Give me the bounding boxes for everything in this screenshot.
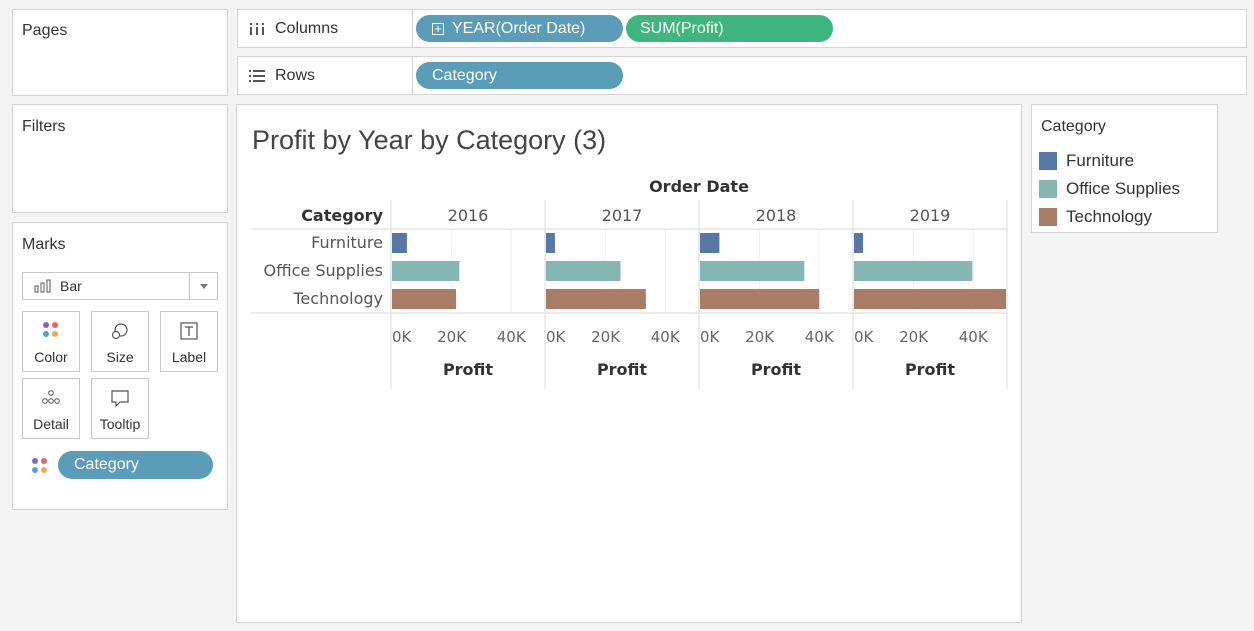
pages-panel: Pages	[12, 9, 228, 96]
bar-2017-technology	[546, 289, 646, 309]
rows-label-text: Rows	[275, 66, 316, 84]
axis-title-2016: Profit	[443, 360, 493, 379]
tick-label-2017-2: 40K	[651, 328, 681, 346]
color-button-label: Color	[34, 349, 68, 365]
filters-label: Filters	[22, 118, 66, 135]
view-panel: Profit by Year by Category (3) Order Dat…	[236, 104, 1022, 623]
filters-panel[interactable]: Filters	[12, 104, 228, 213]
text-label-icon	[180, 322, 198, 340]
columns-label-text: Columns	[275, 19, 339, 37]
tick-label-2019-1: 20K	[899, 328, 929, 346]
year-header-2017: 2017	[602, 206, 643, 225]
tick-label-2019-2: 40K	[959, 328, 989, 346]
tick-label-2016-1: 20K	[437, 328, 467, 346]
bar-2019-office-supplies	[854, 261, 973, 281]
legend-swatch-furniture	[1039, 152, 1057, 170]
bar-2016-technology	[392, 289, 457, 309]
category-label-technology: Technology	[292, 289, 383, 308]
detail-button[interactable]: Detail	[22, 378, 80, 439]
size-button-label: Size	[106, 349, 134, 365]
sum-profit-pill-label: SUM(Profit)	[640, 19, 724, 37]
year-header-2019: 2019	[910, 206, 951, 225]
detail-button-label: Detail	[33, 416, 69, 432]
tick-label-2018-1: 20K	[745, 328, 775, 346]
bar-2017-office-supplies	[546, 261, 621, 281]
year-header-2016: 2016	[448, 206, 489, 225]
view-title: Profit by Year by Category (3)	[252, 125, 607, 155]
chevron-down-icon	[200, 284, 208, 289]
columns-icon	[250, 22, 264, 35]
bar-2016-office-supplies	[392, 261, 460, 281]
tick-label-2018-0: 0K	[700, 328, 721, 346]
mark-type-value: Bar	[60, 278, 82, 294]
tick-label-2016-0: 0K	[392, 328, 413, 346]
columns-shelf[interactable]: Columns + YEAR(Order Date) SUM(Profit)	[237, 9, 1247, 48]
category-row-header: Category	[301, 206, 383, 225]
year-order-date-pill[interactable]: + YEAR(Order Date)	[416, 15, 623, 42]
legend-label-furniture: Furniture	[1066, 151, 1135, 170]
tick-label-2019-0: 0K	[854, 328, 875, 346]
category-label-furniture: Furniture	[311, 233, 383, 252]
legend-item-office-supplies[interactable]: Office Supplies	[1039, 179, 1180, 199]
legend-label-office-supplies: Office Supplies	[1066, 179, 1181, 198]
year-header-2018: 2018	[756, 206, 797, 225]
marks-card: Marks Bar Color Size Label Detail Toolti…	[12, 222, 228, 510]
category-color-pill[interactable]: Category	[58, 451, 213, 479]
columns-shelf-label: Columns	[238, 10, 413, 47]
category-color-pill-label: Category	[74, 456, 139, 473]
marks-label: Marks	[22, 236, 66, 253]
tick-label-2016-2: 40K	[497, 328, 527, 346]
legend-item-technology[interactable]: Technology	[1039, 207, 1152, 227]
bar-2017-furniture	[546, 233, 555, 253]
tooltip-button[interactable]: Tooltip	[91, 378, 149, 439]
size-button[interactable]: Size	[91, 311, 149, 372]
legend-item-furniture[interactable]: Furniture	[1039, 151, 1134, 171]
tick-label-2017-0: 0K	[546, 328, 567, 346]
expand-icon: +	[432, 22, 444, 35]
rows-icon	[249, 69, 265, 82]
color-dots-icon	[43, 322, 59, 338]
bar-2019-technology	[854, 289, 1006, 309]
detail-dots-icon	[42, 390, 60, 404]
pages-label: Pages	[22, 22, 68, 39]
axis-title-2019: Profit	[905, 360, 955, 379]
rows-shelf-label: Rows	[238, 57, 413, 94]
chart: Order Date Category Furniture Office Suppli…	[251, 177, 1008, 389]
sum-profit-pill[interactable]: SUM(Profit)	[626, 15, 833, 42]
legend-label-technology: Technology	[1066, 207, 1153, 226]
label-button[interactable]: Label	[160, 311, 218, 372]
color-field-row: Category	[32, 451, 222, 479]
mark-type-dropdown[interactable]: Bar	[22, 272, 218, 300]
tick-label-2018-2: 40K	[805, 328, 835, 346]
bar-chart-icon	[34, 279, 51, 293]
color-legend: Category Furniture Office Supplies Techn…	[1031, 104, 1218, 233]
order-date-header: Order Date	[649, 177, 749, 196]
legend-swatch-office-supplies	[1039, 180, 1057, 198]
size-icon	[111, 323, 128, 340]
bar-2019-furniture	[854, 233, 863, 253]
year-order-date-pill-label: YEAR(Order Date)	[452, 19, 586, 37]
category-rows-pill-label: Category	[432, 66, 497, 84]
bar-2018-office-supplies	[700, 261, 805, 281]
bar-2018-technology	[700, 289, 820, 309]
legend-swatch-technology	[1039, 208, 1057, 226]
category-label-office-supplies: Office Supplies	[264, 261, 383, 280]
bar-2016-furniture	[392, 233, 407, 253]
legend-title: Category	[1041, 118, 1106, 135]
rows-shelf[interactable]: Rows Category	[237, 56, 1247, 95]
tick-label-2017-1: 20K	[591, 328, 621, 346]
axis-title-2018: Profit	[751, 360, 801, 379]
axis-title-2017: Profit	[597, 360, 647, 379]
category-rows-pill[interactable]: Category	[416, 62, 623, 89]
color-dots-icon	[32, 458, 48, 474]
tooltip-button-label: Tooltip	[99, 416, 141, 432]
color-button[interactable]: Color	[22, 311, 80, 372]
bar-2018-furniture	[700, 233, 720, 253]
tooltip-icon	[111, 390, 129, 408]
label-button-label: Label	[171, 349, 207, 365]
